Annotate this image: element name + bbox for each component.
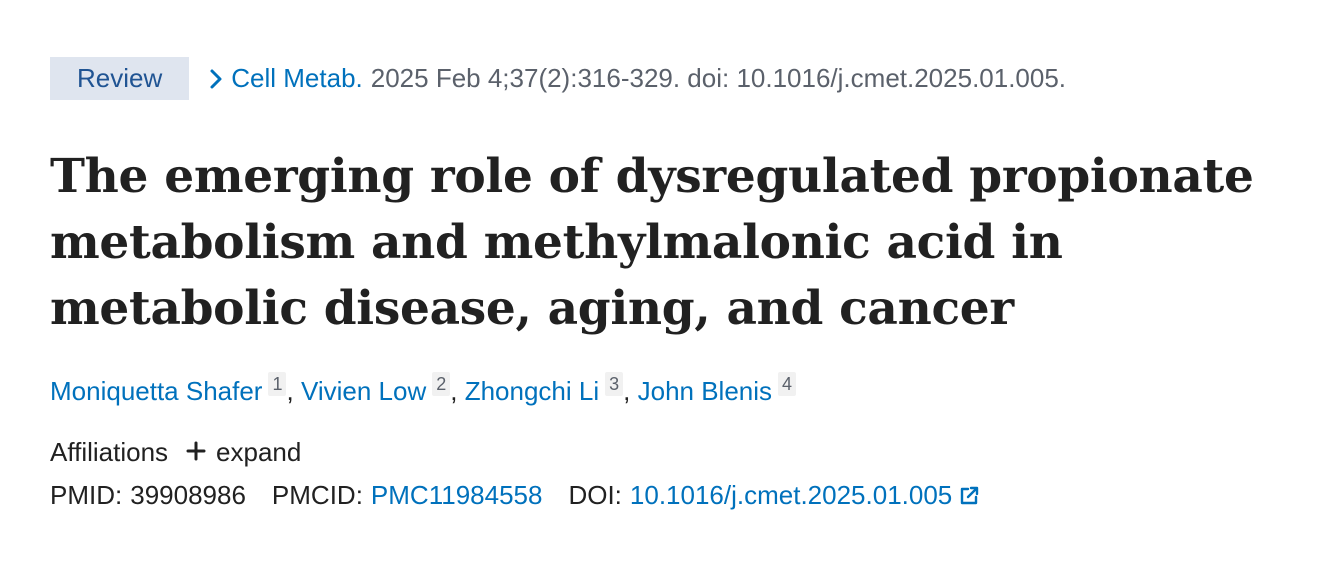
author-link[interactable]: John Blenis [638,376,772,406]
doi-link[interactable]: 10.1016/j.cmet.2025.01.005 [630,480,952,511]
author-separator: , [286,376,294,406]
affiliations-expand-button[interactable]: expand [186,437,301,468]
external-link-icon[interactable] [958,485,980,507]
author-separator: , [623,376,631,406]
affiliation-number[interactable]: 2 [432,372,451,396]
affiliation-number[interactable]: 3 [605,372,624,396]
affiliation-number[interactable]: 4 [778,372,797,396]
pmid-label: PMID: [50,480,123,510]
doi-label: DOI: [568,480,622,510]
author-link[interactable]: Vivien Low [301,376,426,406]
doi-group: DOI: 10.1016/j.cmet.2025.01.005 [568,480,980,511]
citation-row: Review Cell Metab. 2025 Feb 4;37(2):316-… [50,57,1290,100]
author-list: Moniquetta Shafer 1, Vivien Low 2, Zhongch… [50,372,1290,409]
author-separator: , [450,376,458,406]
pmcid-label: PMCID: [271,480,363,510]
pmid-group: PMID: 39908986 [50,480,246,511]
pmcid-group: PMCID: PMC11984558 [272,480,543,511]
article-title: The emerging role of dysregulated propio… [50,149,1254,336]
pmid-value: 39908986 [130,480,246,510]
author-link[interactable]: Zhongchi Li [465,376,599,406]
publication-type-badge: Review [50,57,190,100]
citation-details: 2025 Feb 4;37(2):316-329. doi: 10.1016/j… [370,63,1067,93]
affiliations-row: Affiliations expand [50,437,1290,468]
expand-label: expand [216,437,302,467]
author-link[interactable]: Moniquetta Shafer [50,376,262,406]
journal-link[interactable]: Cell Metab. [231,63,363,94]
article-header: Review Cell Metab. 2025 Feb 4;37(2):316-… [50,57,1290,511]
identifiers-row: PMID: 39908986 PMCID: PMC11984558 DOI: 1… [50,480,1290,511]
affiliation-number[interactable]: 1 [268,372,287,396]
pmcid-link[interactable]: PMC11984558 [371,480,543,511]
plus-icon [186,437,206,468]
chevron-right-icon[interactable] [209,68,223,90]
affiliations-label: Affiliations [50,437,169,467]
